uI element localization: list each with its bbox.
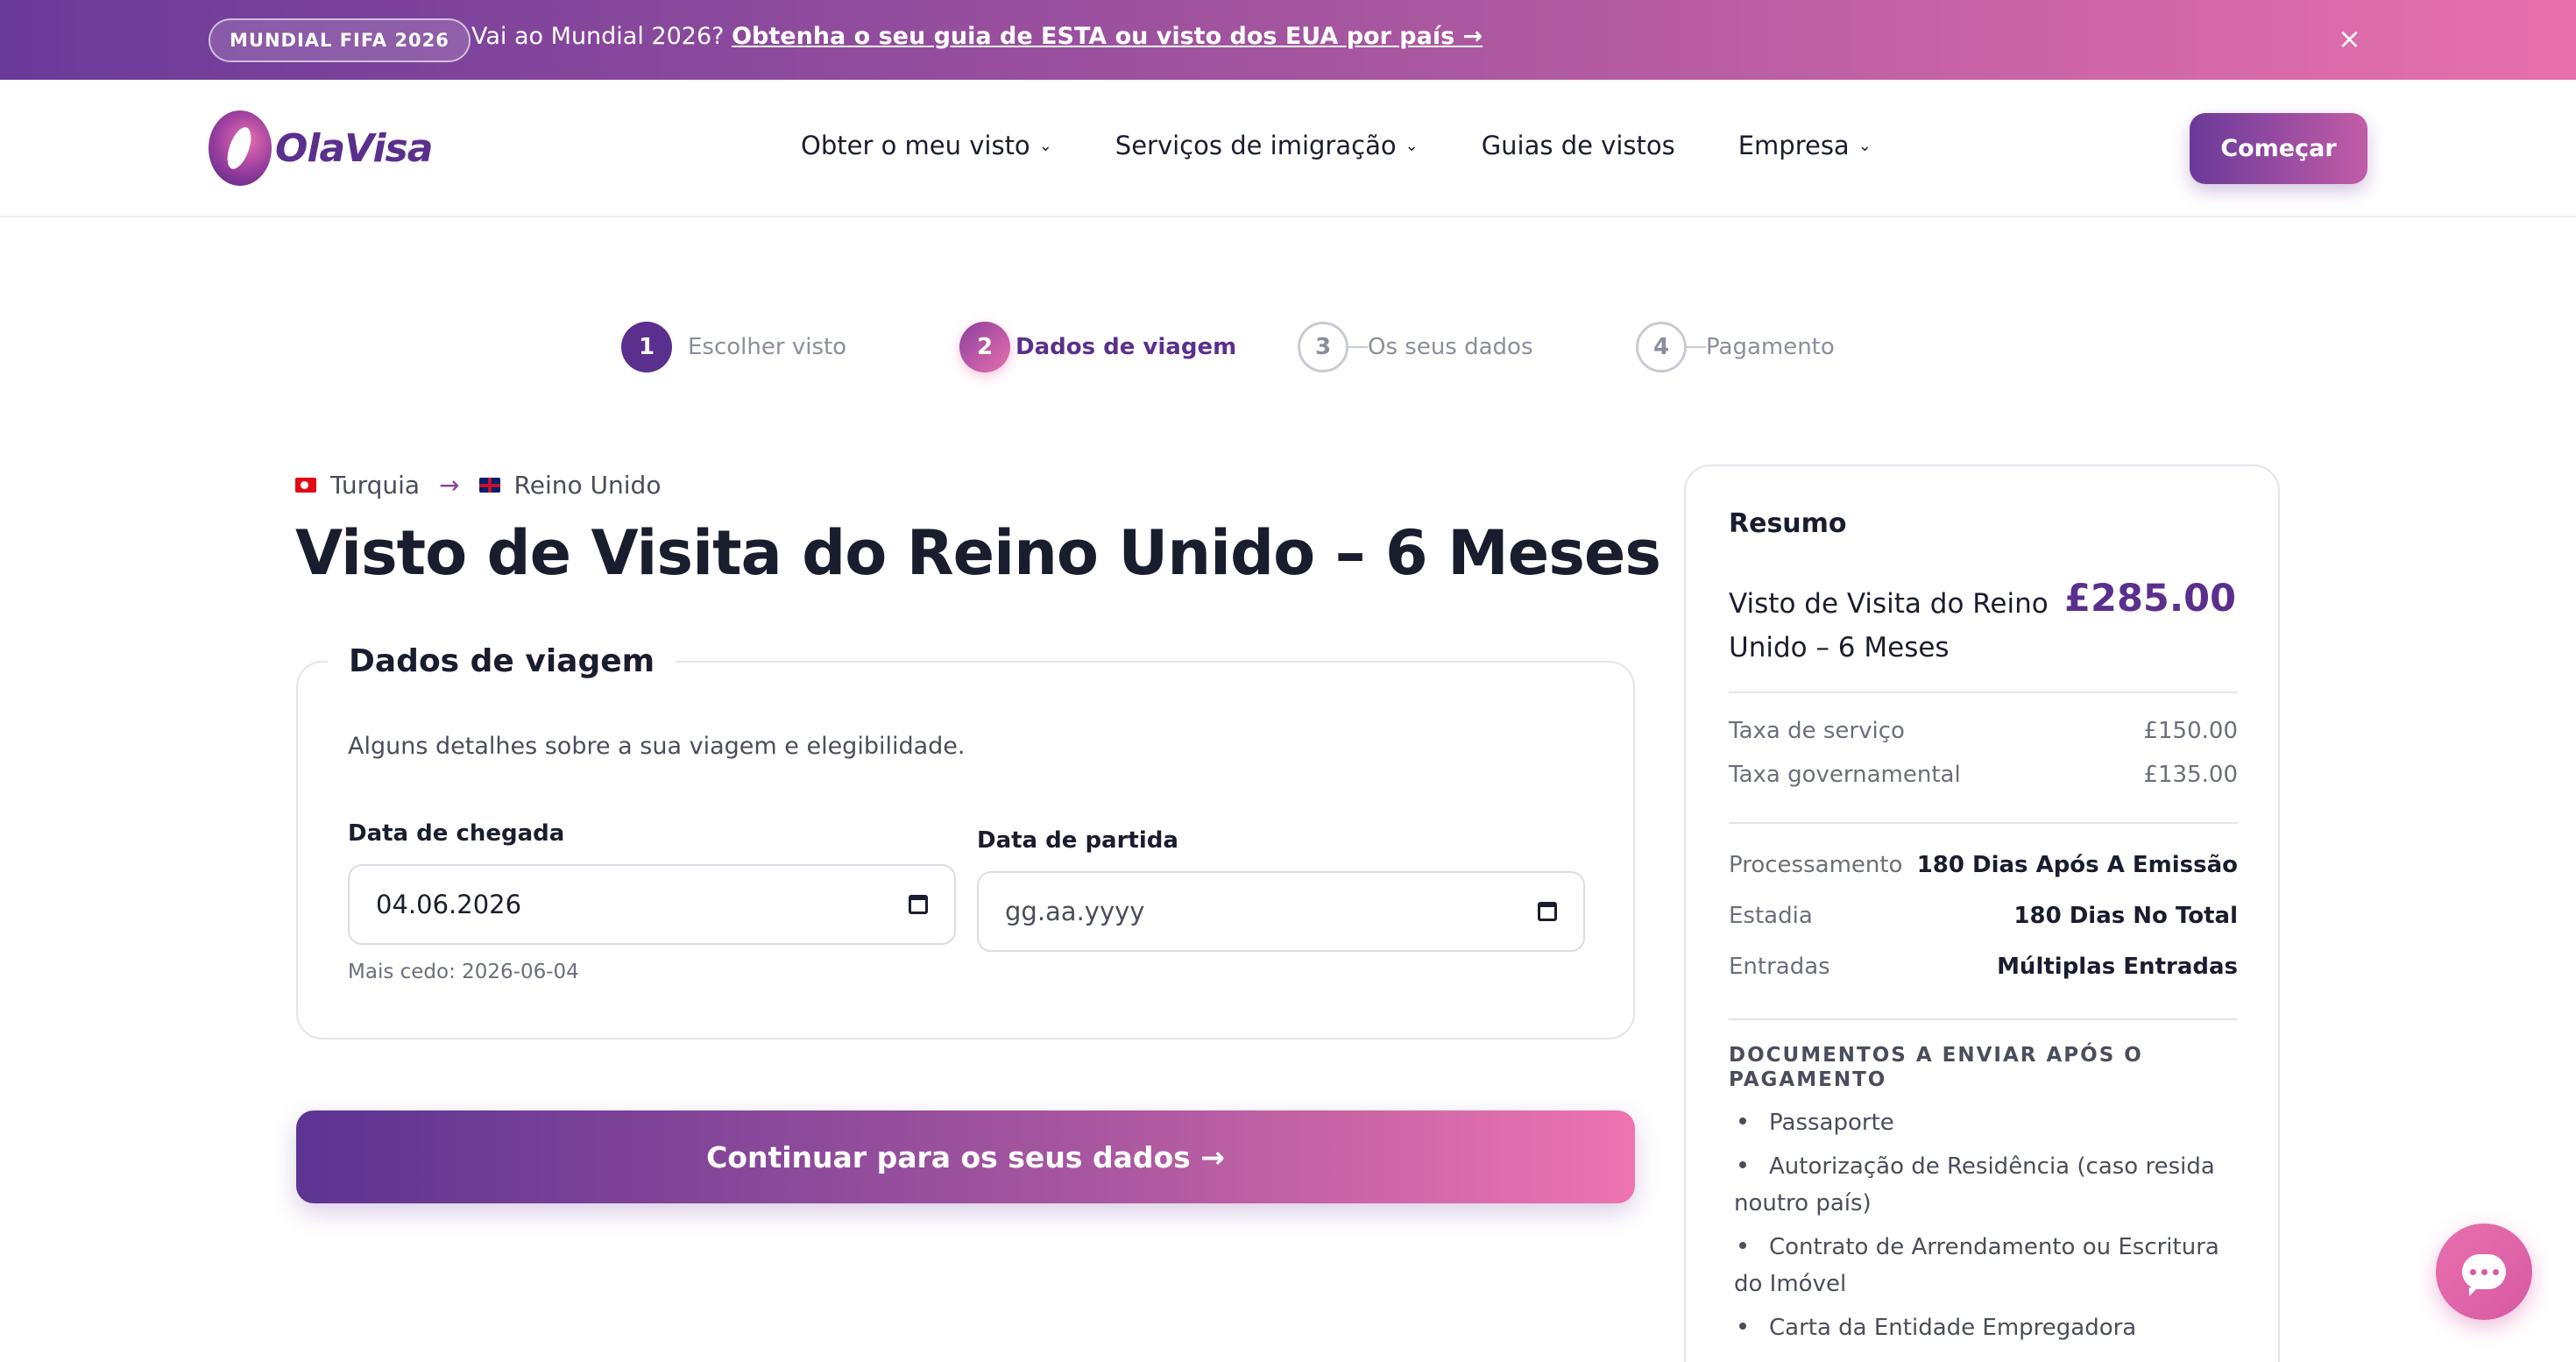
step-number: 4 <box>1636 322 1687 372</box>
fee-label: Taxa governamental <box>1729 762 1961 788</box>
logo-mark-icon <box>209 110 272 186</box>
summary-visa-name: Visto de Visita do Reino Unido – 6 Meses <box>1729 588 2049 663</box>
route-breadcrumb: Turquia → Reino Unido <box>295 471 661 500</box>
route-from: Turquia <box>330 471 421 500</box>
uk-flag-icon <box>478 478 500 493</box>
promo-link[interactable]: Obtenha o seu guia de ESTA ou visto dos … <box>732 23 1483 50</box>
detail-label: Processamento <box>1729 852 1903 878</box>
document-name: Contrato de Arrendamento ou Escritura do… <box>1734 1234 2219 1297</box>
bullet-icon <box>1739 1161 1746 1168</box>
summary-price: £285.00 <box>2064 577 2236 621</box>
list-item: Contrato de Arrendamento ou Escritura do… <box>1734 1229 2238 1302</box>
divider <box>1729 692 2238 693</box>
calendar-icon[interactable] <box>1538 902 1557 921</box>
calendar-icon[interactable] <box>909 895 928 914</box>
fee-label: Taxa de serviço <box>1729 718 1905 744</box>
document-name: Passaporte <box>1769 1110 1894 1136</box>
detail-value: 180 Dias Após A Emissão <box>1916 852 2238 878</box>
summary-card: Resumo Visto de Visita do Reino Unido – … <box>1684 465 2280 1362</box>
nav-label: Empresa <box>1737 131 1850 160</box>
chat-button[interactable] <box>2436 1224 2532 1320</box>
summary-title: Resumo <box>1729 508 1847 539</box>
divider <box>1729 1018 2238 1020</box>
site-header: OlaVisa Obter o meu visto ⌄ Serviços de … <box>0 80 2576 217</box>
chevron-down-icon: ⌄ <box>1858 136 1872 155</box>
fee-row: Taxa de serviço £150.00 <box>1729 718 2238 744</box>
step-connector <box>1687 346 1706 348</box>
documents-list: Passaporte Autorização de Residência (ca… <box>1734 1104 2238 1353</box>
fee-value: £135.00 <box>2143 762 2238 788</box>
page-title: Visto de Visita do Reino Unido – 6 Meses <box>295 517 1661 589</box>
document-name: Autorização de Residência (caso resida n… <box>1734 1153 2215 1217</box>
bullet-icon <box>1739 1323 1746 1330</box>
turkey-flag-icon <box>295 478 316 493</box>
departure-date-input[interactable]: gg.aa.yyyy <box>977 871 1585 952</box>
list-item: Autorização de Residência (caso resida n… <box>1734 1148 2238 1222</box>
bullet-icon <box>1739 1117 1746 1124</box>
departure-date-placeholder: gg.aa.yyyy <box>1005 897 1145 926</box>
arrival-date-hint: Mais cedo: 2026-06-04 <box>348 961 579 983</box>
logo-text: OlaVisa <box>275 125 433 171</box>
step-your-details: 3 Os seus dados <box>1298 322 1533 372</box>
travel-details-form: Dados de viagem Alguns detalhes sobre a … <box>296 643 1635 1039</box>
divider <box>1729 822 2238 824</box>
list-item: Carta da Entidade Empregadora <box>1734 1309 2238 1346</box>
step-number: 1 <box>621 322 672 372</box>
documents-title: DOCUMENTOS A ENVIAR APÓS O PAGAMENTO <box>1729 1044 2143 1091</box>
step-travel-details: 2 Dados de viagem <box>959 322 1236 372</box>
nav-label: Guias de vistos <box>1481 131 1675 160</box>
promo-banner: MUNDIAL FIFA 2026 Vai ao Mundial 2026? O… <box>0 0 2576 80</box>
form-description: Alguns detalhes sobre a sua viagem e ele… <box>348 733 966 760</box>
detail-value: Múltiplas Entradas <box>1997 954 2238 980</box>
detail-row: Processamento 180 Dias Após A Emissão <box>1729 852 2238 878</box>
nav-item-get-visa[interactable]: Obter o meu visto ⌄ <box>801 131 1052 160</box>
nav-item-visa-guides[interactable]: Guias de vistos <box>1482 131 1675 160</box>
arrival-date-input[interactable]: 04.06.2026 <box>348 864 956 945</box>
logo[interactable]: OlaVisa <box>209 110 433 186</box>
nav-item-company[interactable]: Empresa ⌄ <box>1738 131 1872 160</box>
promo-text: Vai ao Mundial 2026? Obtenha o seu guia … <box>471 23 1483 50</box>
route-to: Reino Unido <box>513 471 662 500</box>
chat-icon <box>2462 1254 2506 1296</box>
list-item: Passaporte <box>1734 1104 2238 1141</box>
step-payment: 4 Pagamento <box>1636 322 1835 372</box>
nav-label: Obter o meu visto <box>801 131 1030 160</box>
step-number: 3 <box>1298 322 1348 372</box>
main-nav: Obter o meu visto ⌄ Serviços de imigraçã… <box>801 131 1872 160</box>
step-label: Os seus dados <box>1368 334 1533 360</box>
arrow-right-icon: → <box>439 471 460 500</box>
detail-label: Entradas <box>1729 954 1830 980</box>
detail-row: Estadia 180 Dias No Total <box>1729 903 2238 929</box>
step-label: Pagamento <box>1706 334 1835 360</box>
step-connector <box>1348 346 1368 348</box>
promo-question: Vai ao Mundial 2026? <box>471 23 725 50</box>
continue-button[interactable]: Continuar para os seus dados → <box>296 1110 1635 1203</box>
form-legend: Dados de viagem <box>328 643 676 679</box>
close-icon[interactable]: × <box>2338 21 2361 56</box>
document-name: Carta da Entidade Empregadora <box>1769 1315 2137 1341</box>
step-label: Escolher visto <box>688 334 847 360</box>
chevron-down-icon: ⌄ <box>1038 136 1052 155</box>
step-label: Dados de viagem <box>1016 334 1237 360</box>
departure-date-label: Data de partida <box>977 827 1178 854</box>
detail-row: Entradas Múltiplas Entradas <box>1729 954 2238 980</box>
chevron-down-icon: ⌄ <box>1405 136 1419 155</box>
nav-item-immigration-services[interactable]: Serviços de imigração ⌄ <box>1115 131 1419 160</box>
fee-value: £150.00 <box>2143 718 2238 744</box>
arrival-date-value: 04.06.2026 <box>376 890 522 919</box>
fee-row: Taxa governamental £135.00 <box>1729 762 2238 788</box>
arrival-date-label: Data de chegada <box>348 820 565 847</box>
bullet-icon <box>1739 1242 1746 1249</box>
detail-label: Estadia <box>1729 903 1813 929</box>
promo-badge: MUNDIAL FIFA 2026 <box>209 18 471 62</box>
start-button[interactable]: Começar <box>2190 113 2367 184</box>
nav-label: Serviços de imigração <box>1115 131 1397 160</box>
step-number: 2 <box>959 322 1010 372</box>
step-choose-visa: 1 Escolher visto <box>621 322 846 372</box>
detail-value: 180 Dias No Total <box>2013 903 2238 929</box>
